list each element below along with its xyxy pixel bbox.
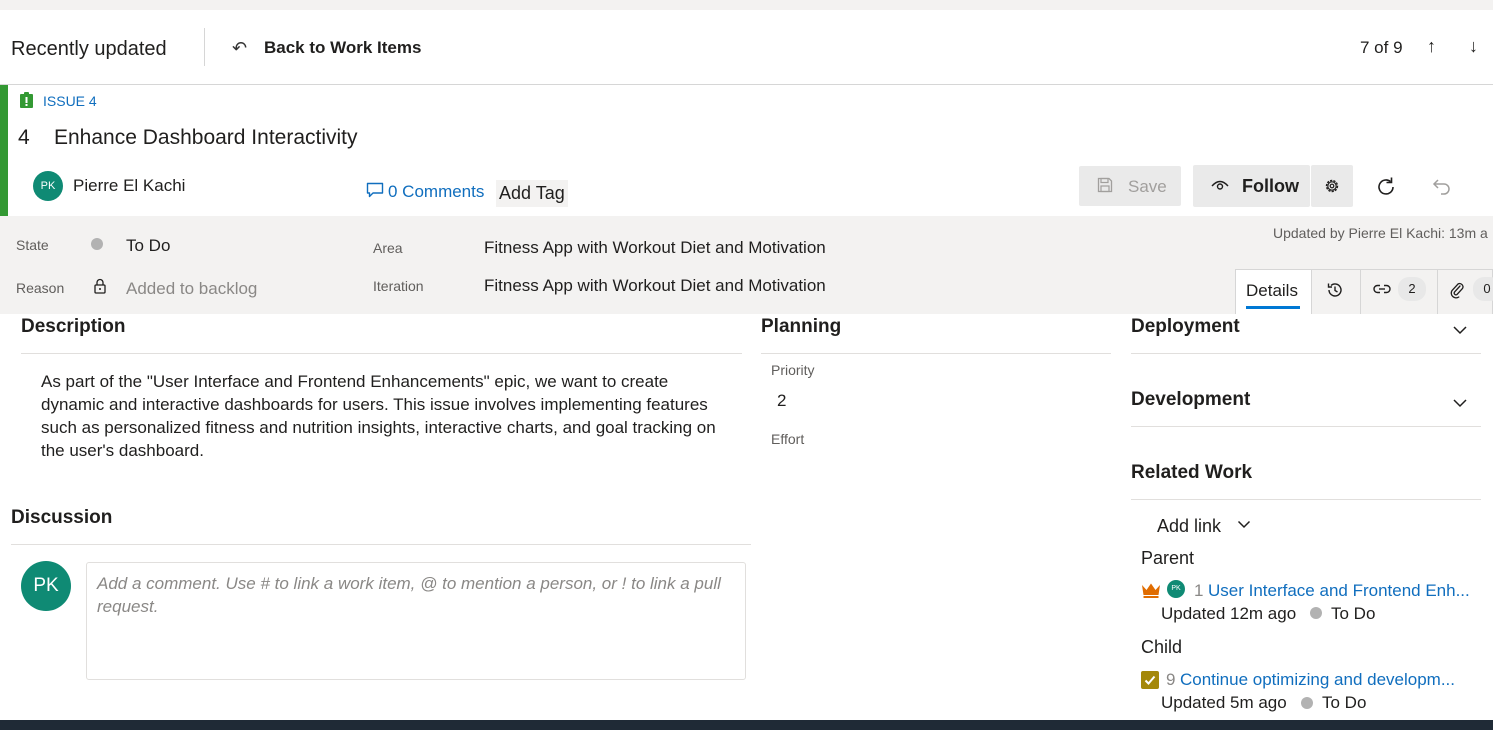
- state-dropdown[interactable]: To Do: [126, 236, 170, 256]
- child-state: To Do: [1322, 693, 1367, 712]
- tab-divider: [1311, 270, 1312, 314]
- description-editor[interactable]: As part of the "User Interface and Front…: [41, 370, 731, 462]
- crown-icon: [1142, 583, 1160, 598]
- deployment-heading[interactable]: Deployment: [1131, 316, 1240, 338]
- divider: [1131, 426, 1481, 427]
- parent-item-id: 1: [1194, 581, 1204, 600]
- child-item-id: 9: [1166, 670, 1176, 689]
- tab-details-label[interactable]: Details: [1246, 281, 1298, 301]
- parent-item-link[interactable]: User Interface and Frontend Enh...: [1208, 581, 1470, 601]
- development-heading[interactable]: Development: [1131, 389, 1250, 411]
- parent-group-label: Parent: [1141, 548, 1195, 568]
- eye-icon: [1211, 180, 1229, 190]
- avatar: PK: [1167, 580, 1185, 598]
- iteration-label: Iteration: [373, 278, 424, 294]
- issue-color-bar: [0, 85, 8, 216]
- save-label: Save: [1128, 177, 1167, 196]
- avatar[interactable]: PK: [33, 171, 63, 201]
- settings-button[interactable]: [1311, 165, 1353, 207]
- state-indicator: [1310, 607, 1322, 619]
- top-strip: [0, 0, 1493, 10]
- add-link-button[interactable]: Add link: [1157, 516, 1221, 537]
- gear-icon: [1325, 179, 1339, 193]
- state-indicator: [1301, 697, 1313, 709]
- work-item-type-label: ISSUE 4: [43, 93, 97, 109]
- lock-icon: [94, 278, 106, 294]
- priority-label: Priority: [771, 362, 815, 378]
- query-title[interactable]: Recently updated: [11, 38, 167, 61]
- divider: [1131, 499, 1481, 500]
- nav-bar: [0, 10, 1493, 85]
- state-indicator: [91, 238, 103, 250]
- arrow-up-icon[interactable]: ↑: [1427, 36, 1436, 57]
- child-updated-text: Updated 5m ago: [1161, 693, 1287, 712]
- tab-divider: [1360, 270, 1361, 314]
- child-group-label: Child: [1141, 637, 1183, 657]
- chevron-down-icon[interactable]: [1452, 325, 1468, 335]
- pager-text: 7 of 9: [1360, 38, 1403, 57]
- effort-label: Effort: [771, 431, 805, 447]
- follow-button[interactable]: Follow: [1193, 165, 1310, 207]
- assignee-name[interactable]: Pierre El Kachi: [73, 176, 185, 196]
- iteration-field[interactable]: Fitness App with Workout Diet and Motiva…: [484, 276, 826, 296]
- reason-label: Reason: [16, 280, 65, 296]
- refresh-icon[interactable]: [1374, 175, 1398, 199]
- divider: [761, 353, 1111, 354]
- comment-placeholder: Add a comment. Use # to link a work item…: [97, 574, 721, 616]
- add-tag-button[interactable]: Add Tag: [496, 180, 568, 207]
- issue-icon: [20, 92, 33, 108]
- priority-field[interactable]: 2: [777, 391, 786, 411]
- related-work-heading[interactable]: Related Work: [1131, 462, 1252, 484]
- link-icon[interactable]: [1373, 281, 1391, 297]
- discussion-heading[interactable]: Discussion: [11, 507, 112, 529]
- work-item-id: 4: [18, 126, 30, 149]
- links-count-badge: 2: [1398, 277, 1426, 301]
- state-label: State: [16, 237, 49, 253]
- history-icon[interactable]: [1326, 281, 1344, 299]
- reason-field[interactable]: Added to backlog: [126, 279, 257, 299]
- description-heading[interactable]: Description: [21, 316, 126, 338]
- divider: [11, 544, 751, 545]
- checkbox-icon: [1141, 671, 1159, 689]
- follow-label: Follow: [1242, 176, 1299, 196]
- area-field[interactable]: Fitness App with Workout Diet and Motiva…: [484, 238, 826, 258]
- chevron-down-icon[interactable]: [1237, 520, 1251, 529]
- comments-link[interactable]: 0 Comments: [388, 182, 484, 202]
- area-label: Area: [373, 240, 403, 256]
- undo-icon[interactable]: [1430, 175, 1454, 199]
- comment-icon[interactable]: [366, 182, 384, 198]
- arrow-back-icon[interactable]: ↶: [232, 38, 247, 59]
- save-button[interactable]: Save: [1079, 166, 1181, 206]
- tab-divider: [1437, 270, 1438, 314]
- planning-heading[interactable]: Planning: [761, 316, 841, 338]
- child-item-link[interactable]: Continue optimizing and developm...: [1180, 670, 1455, 690]
- comment-input[interactable]: Add a comment. Use # to link a work item…: [86, 562, 746, 680]
- os-taskbar: [0, 720, 1493, 730]
- parent-state: To Do: [1331, 604, 1376, 623]
- paperclip-icon[interactable]: [1449, 281, 1465, 299]
- tab-selected-indicator: [1246, 306, 1300, 309]
- parent-updated-text: Updated 12m ago: [1161, 604, 1297, 623]
- work-item-title[interactable]: Enhance Dashboard Interactivity: [54, 126, 358, 150]
- chevron-down-icon[interactable]: [1452, 398, 1468, 408]
- arrow-down-icon[interactable]: ↓: [1469, 36, 1478, 57]
- save-icon: [1097, 177, 1113, 193]
- attachments-count-badge: 0: [1473, 277, 1493, 301]
- avatar: PK: [21, 561, 71, 611]
- divider: [21, 353, 742, 354]
- updated-by-text[interactable]: Updated by Pierre El Kachi: 13m a: [1273, 225, 1488, 241]
- divider: [1131, 353, 1481, 354]
- back-to-work-items-link[interactable]: Back to Work Items: [264, 38, 421, 58]
- nav-divider: [204, 28, 205, 66]
